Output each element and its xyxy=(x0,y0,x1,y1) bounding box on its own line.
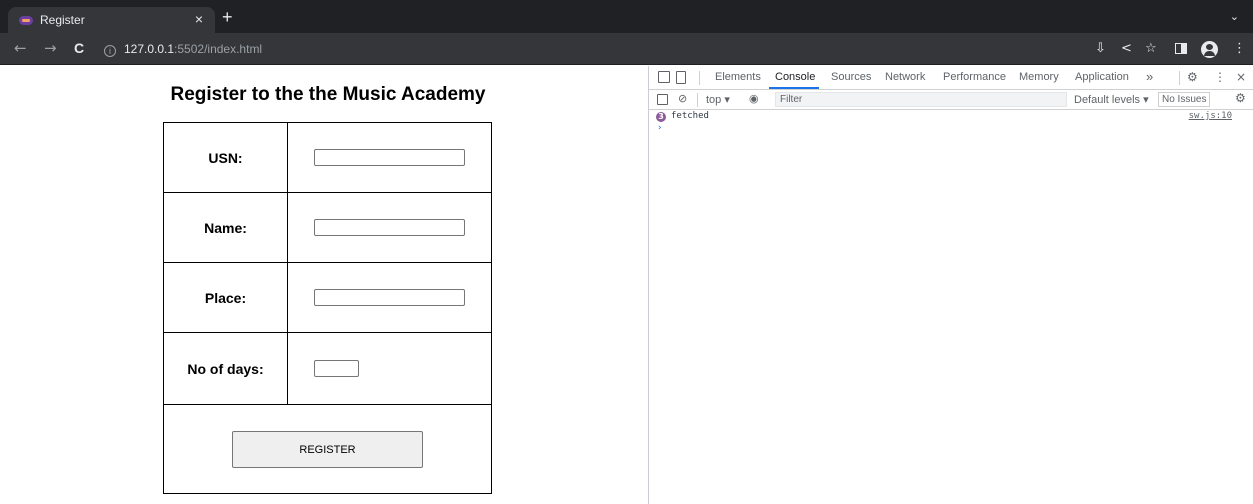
tab-memory[interactable]: Memory xyxy=(1019,71,1059,83)
submit-row: REGISTER xyxy=(164,405,491,493)
sidebar-toggle-icon[interactable] xyxy=(657,94,668,105)
active-tab-indicator xyxy=(769,87,819,89)
share-icon[interactable]: < xyxy=(1121,41,1132,56)
inspect-element-icon[interactable] xyxy=(658,71,670,83)
usn-input[interactable] xyxy=(314,149,465,166)
favicon-icon xyxy=(19,16,33,25)
place-input[interactable] xyxy=(314,289,465,306)
devtools-tab-bar: Elements Console Sources Network Perform… xyxy=(649,66,1253,90)
devtools-close-icon[interactable]: × xyxy=(1236,70,1246,84)
name-label: Name: xyxy=(164,193,288,263)
site-info-icon[interactable]: i xyxy=(104,45,116,57)
usn-label: USN: xyxy=(164,123,288,193)
tab-performance[interactable]: Performance xyxy=(943,71,1006,83)
place-label: Place: xyxy=(164,263,288,333)
console-filter-input[interactable]: Filter xyxy=(775,92,1067,107)
console-settings-icon[interactable]: ⚙ xyxy=(1235,91,1246,105)
registration-form: USN: Name: Place: No of days: REGISTER xyxy=(163,122,492,494)
browser-menu-icon[interactable]: ⋮ xyxy=(1233,41,1246,56)
name-input[interactable] xyxy=(314,219,465,236)
name-cell xyxy=(288,193,491,263)
console-prompt[interactable]: › xyxy=(649,123,1253,133)
log-message: fetched xyxy=(671,111,709,121)
tab-strip: Register × + ⌄ xyxy=(0,0,1253,33)
separator xyxy=(699,71,700,85)
more-tabs-icon[interactable]: » xyxy=(1146,69,1153,84)
tab-sources[interactable]: Sources xyxy=(831,71,871,83)
back-icon[interactable]: ← xyxy=(14,39,27,57)
reload-icon[interactable]: C xyxy=(74,40,84,56)
console-output: 3 fetched sw.js:10 › xyxy=(649,111,1253,133)
place-cell xyxy=(288,263,491,333)
browser-toolbar: ← → C i 127.0.0.1:5502/index.html ⇩ < ☆ ⋮ xyxy=(0,33,1253,65)
register-button[interactable]: REGISTER xyxy=(232,431,423,468)
tab-console[interactable]: Console xyxy=(775,71,815,83)
tab-title: Register xyxy=(40,13,85,27)
tab-application[interactable]: Application xyxy=(1075,71,1129,83)
browser-tab[interactable]: Register × xyxy=(8,7,215,33)
tab-network[interactable]: Network xyxy=(885,71,925,83)
devtools-menu-icon[interactable]: ⋮ xyxy=(1214,70,1226,84)
page-viewport: Register to the the Music Academy USN: N… xyxy=(0,66,648,504)
usn-cell xyxy=(288,123,491,193)
install-app-icon[interactable]: ⇩ xyxy=(1095,41,1106,56)
context-selector[interactable]: top ▾ xyxy=(706,93,730,106)
live-expression-eye-icon[interactable]: ◉ xyxy=(749,92,759,105)
address-bar[interactable]: i 127.0.0.1:5502/index.html xyxy=(104,42,262,57)
tab-search-icon[interactable]: ⌄ xyxy=(1230,10,1239,23)
page-title: Register to the the Music Academy xyxy=(170,84,486,105)
clear-console-icon[interactable]: ⊘ xyxy=(678,92,687,105)
days-input[interactable] xyxy=(314,360,359,377)
tab-elements[interactable]: Elements xyxy=(715,71,761,83)
console-filter-bar: ⊘ top ▾ ◉ Filter Default levels ▾ No Iss… xyxy=(649,90,1253,110)
url-host: 127.0.0.1 xyxy=(124,42,175,56)
side-panel-icon[interactable] xyxy=(1175,43,1187,54)
days-label: No of days: xyxy=(164,333,288,405)
repeat-count-badge: 3 xyxy=(656,112,666,122)
issues-button[interactable]: No Issues xyxy=(1158,92,1211,107)
bookmark-star-icon[interactable]: ☆ xyxy=(1145,41,1157,56)
close-tab-icon[interactable]: × xyxy=(195,11,203,27)
days-cell xyxy=(288,333,491,405)
forward-icon[interactable]: → xyxy=(44,39,57,57)
device-toolbar-icon[interactable] xyxy=(676,71,686,84)
log-source-link[interactable]: sw.js:10 xyxy=(1189,111,1232,121)
separator xyxy=(1179,71,1180,85)
new-tab-button[interactable]: + xyxy=(222,7,233,28)
console-log-row: 3 fetched sw.js:10 xyxy=(649,111,1253,123)
profile-avatar-icon[interactable] xyxy=(1201,41,1218,58)
devtools-panel: Elements Console Sources Network Perform… xyxy=(648,66,1253,504)
log-levels-dropdown[interactable]: Default levels ▾ xyxy=(1074,93,1149,106)
devtools-settings-icon[interactable]: ⚙ xyxy=(1187,70,1198,84)
url-path: :5502/index.html xyxy=(174,42,263,56)
separator xyxy=(697,93,698,107)
